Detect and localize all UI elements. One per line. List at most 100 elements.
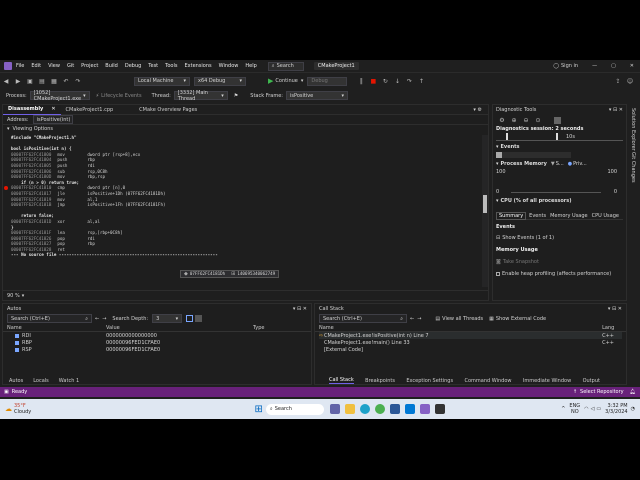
battery-icon[interactable]: ▭ [596,406,601,412]
viewing-options[interactable]: ▾ Viewing Options [3,125,488,133]
menu-help[interactable]: Help [245,63,256,69]
settings-icon[interactable]: ⚙ [498,116,506,124]
notification-bell-icon[interactable]: ◔ [631,406,635,412]
select-repository-button[interactable]: Select Repository [580,389,624,395]
zoom-out-icon[interactable]: ⊖ [522,116,530,124]
tab-autos[interactable]: Autos [9,378,23,384]
process-dropdown[interactable]: [1052] CMakeProject1.exe ▾ [29,90,90,102]
tab-cmake-overview[interactable]: CMake Overview Pages [134,105,202,115]
tab-summary[interactable]: Summary [496,211,527,220]
volume-icon[interactable]: ◁ [591,406,595,412]
nav-left-icon[interactable]: ← [95,316,99,322]
menu-git[interactable]: Git [67,63,74,69]
address-input[interactable]: isPositive(int) [32,115,73,124]
minimize-button[interactable]: — [592,63,597,69]
tab-exception-settings[interactable]: Exception Settings [406,378,453,384]
heap-profiling-checkbox[interactable]: Enable heap profiling (affects performan… [496,271,623,277]
menu-window[interactable]: Window [219,63,239,69]
pin-icon[interactable]: ▾ ⊟ ✕ [293,306,307,312]
taskbar-search[interactable]: ⌕ Search [265,403,324,415]
tab-cmakeproject1-cpp[interactable]: CMakeProject1.cpp [61,105,119,115]
close-icon[interactable]: ✕ [51,106,55,112]
pause-icon[interactable]: ‖ [357,77,365,85]
close-button[interactable]: ✕ [630,63,634,69]
back-icon[interactable]: ◀ [2,77,10,85]
continue-button[interactable]: ▶ Continue ▾ [268,77,303,85]
tray-chevron-icon[interactable]: ^ [561,406,565,412]
tab-breakpoints[interactable]: Breakpoints [365,378,395,384]
disassembly-code[interactable]: #include "CMakeProject1.h" bool isPositiv… [3,135,488,290]
feedback-icon[interactable]: ☺ [626,77,634,85]
take-snapshot-button[interactable]: ◙ Take Snapshot [496,259,623,265]
config-dropdown[interactable]: x64 Debug ▾ [194,76,246,86]
app-edge-icon[interactable] [360,404,371,414]
app-explorer-icon[interactable] [345,404,356,414]
language-indicator[interactable]: ENG NO [569,403,580,415]
tab-output[interactable]: Output [583,378,600,384]
step-into-icon[interactable]: ↓ [393,77,401,85]
table-row[interactable]: RBP 00000096FED1CFAE0 [7,339,307,346]
expression-icon[interactable] [195,315,203,322]
debug-target-dropdown[interactable]: Debug [307,76,348,86]
app-store-icon[interactable] [405,404,416,414]
table-row[interactable]: RSP 00000096FED1CFAE0 [7,346,307,353]
menu-build[interactable]: Build [105,63,118,69]
app-chrome-icon[interactable] [375,404,386,414]
menu-extensions[interactable]: Extensions [184,63,211,69]
reset-zoom-icon[interactable]: ⊙ [534,116,542,124]
search-box[interactable]: ⌕ Search [267,61,304,71]
app-word-icon[interactable] [390,404,401,414]
save-icon[interactable]: ▦ [50,77,58,85]
tab-cpu-usage[interactable]: CPU Usage [592,213,619,219]
timeline-ruler[interactable]: 10s [496,133,623,141]
clock[interactable]: 3:32 PM 3/3/2024 [605,403,627,415]
menu-tools[interactable]: Tools [165,63,177,69]
menu-edit[interactable]: Edit [31,63,41,69]
search-depth-dropdown[interactable]: 3 ▾ [152,314,183,323]
select-tool-icon[interactable] [554,116,561,124]
wifi-icon[interactable]: ◠ [584,406,588,412]
pin-icon[interactable]: ▾ ⊟ ✕ [609,107,623,113]
tab-events[interactable]: Events [529,213,546,219]
filter-icon[interactable]: ⚑ [234,93,238,99]
pin-icon[interactable]: ▾ ⊟ ✕ [608,306,622,312]
menu-view[interactable]: View [48,63,60,69]
nav-right-icon[interactable]: → [102,316,106,322]
tab-locals[interactable]: Locals [33,378,49,384]
process-memory-section[interactable]: ▾ Process Memory ▼ S... ● Priv... [496,161,623,167]
tab-disassembly[interactable]: Disassembly ✕ [3,105,61,115]
tab-memory-usage[interactable]: Memory Usage [550,213,588,219]
maximize-button[interactable]: ▢ [611,63,616,69]
autos-search-input[interactable]: Search (Ctrl+E) ⌕ [7,314,92,323]
show-events-link[interactable]: ⊟ Show Events (1 of 1) [496,235,623,241]
vertical-scrollbar[interactable] [482,135,488,287]
tab-call-stack[interactable]: Call Stack [329,377,354,384]
table-row[interactable]: RDI 0000000000000000 [7,332,307,339]
tab-watch1[interactable]: Watch 1 [59,378,79,384]
app-visual-studio-icon[interactable] [420,404,431,414]
app-terminal-icon[interactable] [435,404,446,414]
weather-widget[interactable]: ☁ 35°F Cloudy [5,403,31,415]
code-line[interactable]: --- No source file ---------------------… [3,252,488,258]
tab-command-window[interactable]: Command Window [464,378,511,384]
restart-icon[interactable]: ↻ [381,77,389,85]
table-row[interactable]: ⇨ CMakeProject1.exe!isPositive(int n) Lin… [319,332,622,339]
thread-dropdown[interactable]: [3332] Main Thread ▾ [173,90,228,102]
view-all-threads-button[interactable]: View all Threads [442,316,483,322]
step-out-icon[interactable]: ↑ [417,77,425,85]
menu-file[interactable]: File [16,63,24,69]
menu-project[interactable]: Project [81,63,98,69]
cpu-section[interactable]: ▾ CPU (% of all processors) [496,198,623,204]
table-row[interactable]: [External Code] [319,346,622,353]
redo-icon[interactable]: ↷ [74,77,82,85]
notifications-icon[interactable]: 🔔︎ [630,389,636,395]
app-teams-icon[interactable] [330,404,341,414]
open-icon[interactable]: ▤ [38,77,46,85]
breakpoint-icon[interactable] [4,186,8,191]
zoom-level[interactable]: 90 % [7,293,20,299]
undo-icon[interactable]: ↶ [62,77,70,85]
sign-in-link[interactable]: Sign in [561,63,578,69]
account-icon[interactable]: ◯ [553,63,559,69]
start-icon[interactable]: ⊞ [255,404,263,415]
solution-explorer-tab[interactable]: Solution Explorer [630,108,636,151]
